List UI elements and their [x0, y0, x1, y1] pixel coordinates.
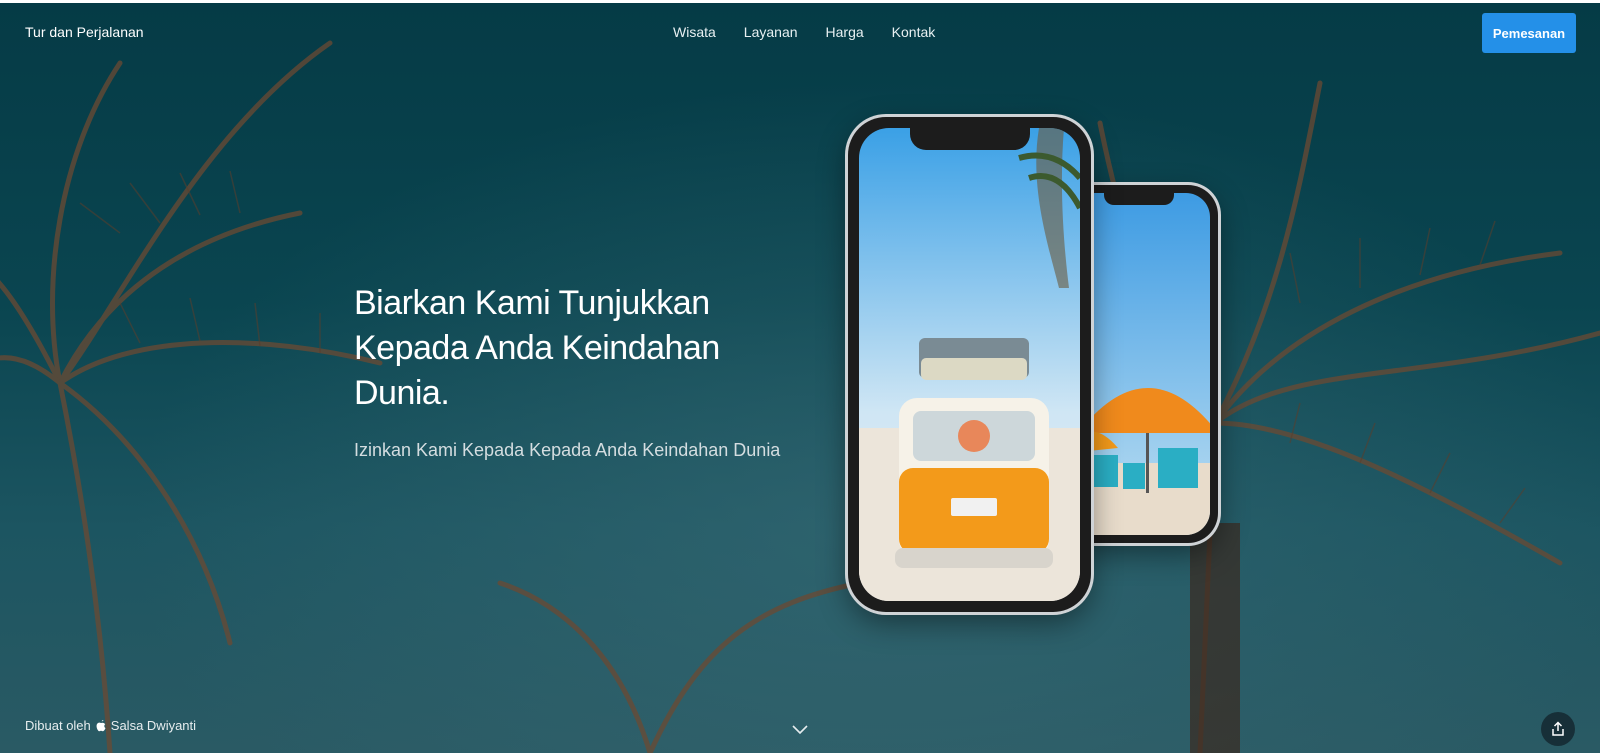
apple-icon — [96, 719, 106, 731]
palm-trees-background — [0, 40, 1600, 753]
credit-prefix: Dibuat oleh — [25, 718, 91, 733]
booking-button[interactable]: Pemesanan — [1482, 13, 1576, 53]
hero-title: Biarkan Kami Tunjukkan Kepada Anda Keind… — [354, 284, 720, 412]
nav-item-harga[interactable]: Harga — [826, 24, 864, 40]
phone-notch — [1104, 193, 1174, 205]
phone-mockup-front — [848, 117, 1091, 612]
van-photo-screen — [859, 128, 1080, 601]
nav-item-wisata[interactable]: Wisata — [673, 24, 716, 40]
top-navigation-bar: Tur dan Perjalanan Wisata Layanan Harga … — [0, 3, 1600, 63]
chevron-down-icon[interactable] — [791, 724, 809, 736]
main-nav: Wisata Layanan Harga Kontak — [673, 24, 935, 40]
phone-notch — [909, 128, 1030, 150]
credit-author[interactable]: Salsa Dwiyanti — [111, 718, 196, 733]
nav-item-kontak[interactable]: Kontak — [892, 24, 936, 40]
share-icon — [1552, 721, 1564, 736]
share-button[interactable] — [1541, 712, 1575, 746]
hero-subtitle: Izinkan Kami Kepada Kepada Anda Keindaha… — [354, 440, 781, 460]
credit-line: Dibuat oleh Salsa Dwiyanti — [25, 718, 196, 733]
hero-section: Tur dan Perjalanan Wisata Layanan Harga … — [0, 3, 1600, 753]
nav-item-layanan[interactable]: Layanan — [744, 24, 798, 40]
brand-name[interactable]: Tur dan Perjalanan — [25, 24, 144, 40]
